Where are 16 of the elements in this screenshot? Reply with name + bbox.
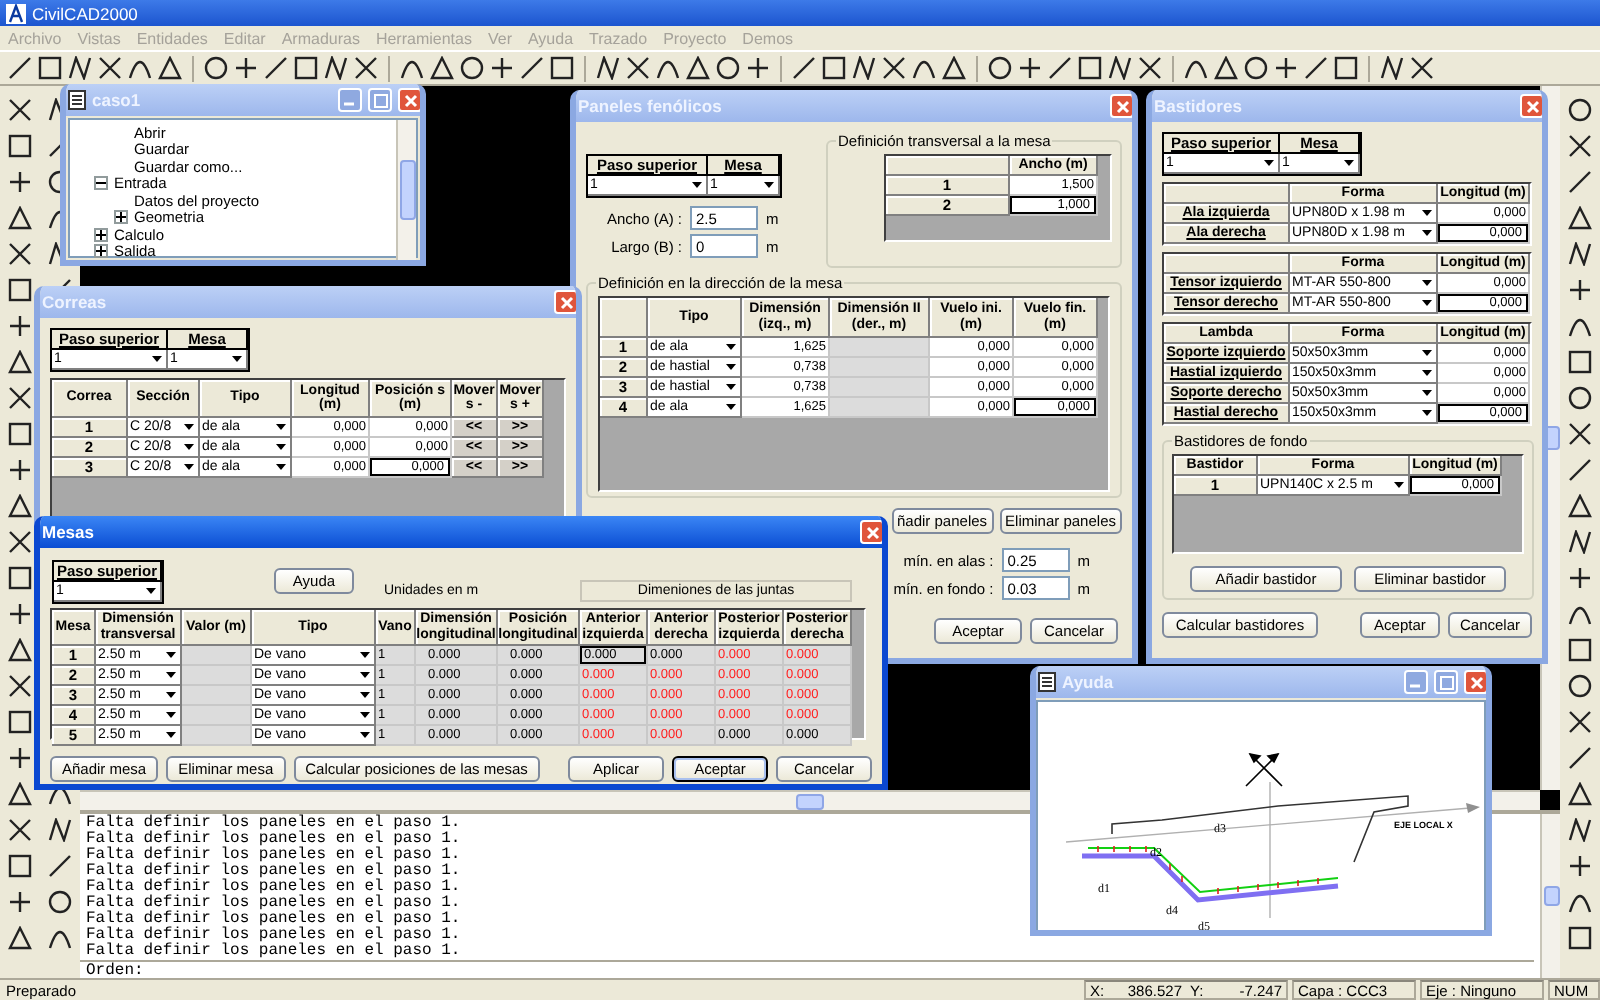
window-title: Paneles fenólicos	[578, 96, 724, 116]
command-output: Falta definir los paneles en el paso 1.	[86, 848, 461, 864]
command-output: Falta definir los paneles en el paso 1.	[86, 896, 461, 912]
command-output: Falta definir los paneles en el paso 1.	[86, 816, 461, 832]
command-output: Falta definir los paneles en el paso 1.	[86, 928, 461, 944]
command-output: Falta definir los paneles en el paso 1.	[86, 864, 461, 880]
window-title: Mesas	[42, 522, 96, 542]
command-output: Falta definir los paneles en el paso 1.	[86, 944, 461, 960]
window-title: Correas	[42, 292, 109, 312]
window-title: CivilCAD2000	[32, 3, 138, 23]
window-title: Ayuda	[1062, 672, 1116, 692]
command-output: Falta definir los paneles en el paso 1.	[86, 832, 461, 848]
command-output: Falta definir los paneles en el paso 1.	[86, 912, 461, 928]
window-title: Bastidores	[1154, 96, 1244, 116]
command-output: Falta definir los paneles en el paso 1.	[86, 880, 461, 896]
window-title: caso1	[92, 90, 143, 110]
